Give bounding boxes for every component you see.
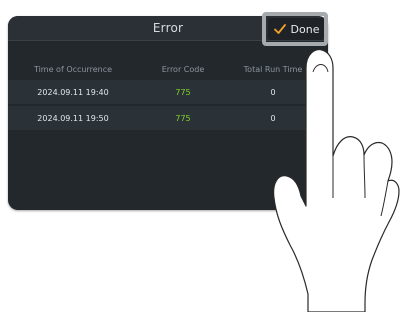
dialog-title: Error xyxy=(152,21,184,35)
column-error-code: Error Code xyxy=(161,64,205,74)
row-error-code: 775 xyxy=(175,87,191,97)
done-label: Done xyxy=(290,22,320,36)
row-error-code: 775 xyxy=(175,113,191,123)
column-time: Time of Occurrence xyxy=(33,64,113,74)
pointing-hand-icon xyxy=(273,49,400,312)
row-time: 2024.09.11 19:40 xyxy=(37,87,109,97)
check-icon xyxy=(273,24,286,34)
done-button[interactable]: Done xyxy=(268,18,324,40)
row-time: 2024.09.11 19:50 xyxy=(37,113,109,123)
